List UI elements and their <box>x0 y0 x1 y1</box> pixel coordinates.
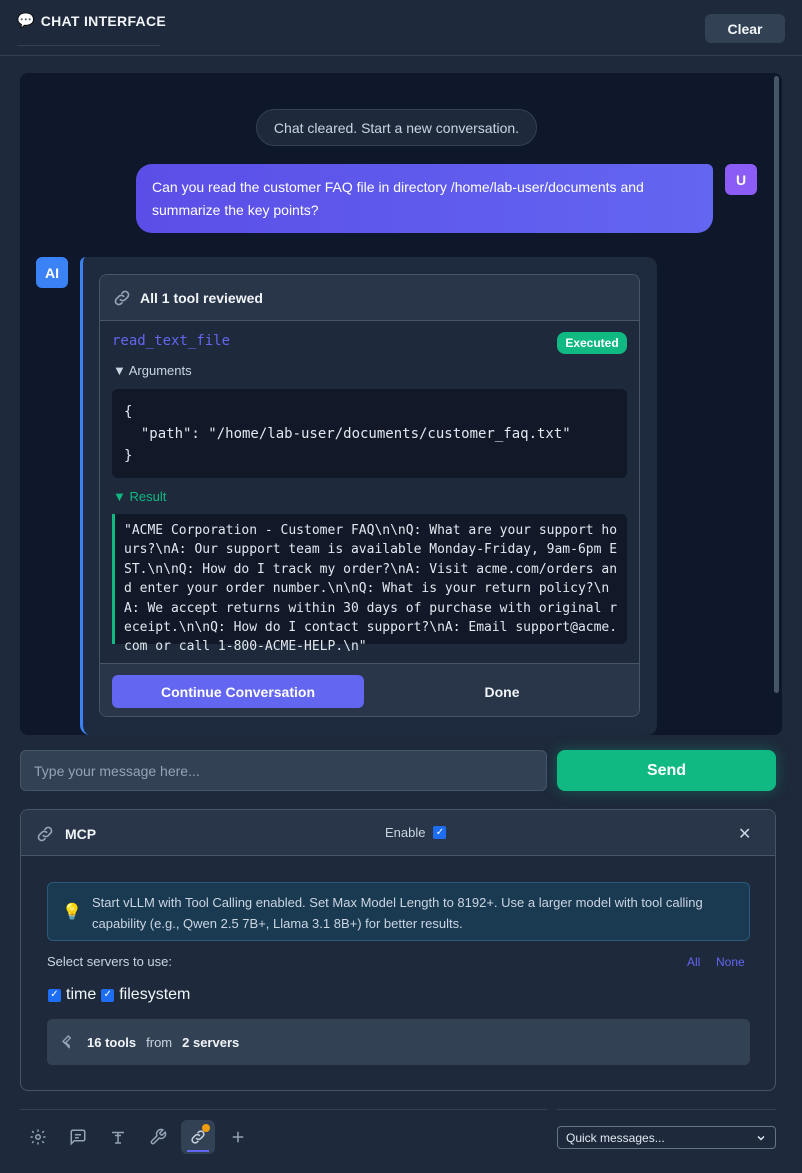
link-icon <box>35 824 55 844</box>
servers-count: 2 servers <box>182 1034 240 1050</box>
server-label-filesystem: filesystem <box>119 986 191 1003</box>
toolbar-divider <box>557 1109 776 1110</box>
tool-card-title: All 1 tool reviewed <box>140 289 263 306</box>
server-checkbox-time[interactable]: ✓ <box>48 988 61 1002</box>
active-tab-indicator <box>187 1150 209 1152</box>
close-icon[interactable]: ✕ <box>738 824 751 844</box>
app-title: 💬 CHAT INTERFACE <box>17 12 166 29</box>
result-toggle[interactable]: ▼ Result <box>113 489 166 504</box>
server-list: ✓ time ✓ filesystem <box>48 986 190 1004</box>
toolbar-divider <box>20 1109 547 1110</box>
tools-count: 16 tools <box>87 1034 137 1050</box>
done-button[interactable]: Done <box>376 675 628 708</box>
hint-text: Start vLLM with Tool Calling enabled. Se… <box>92 895 703 931</box>
text-icon[interactable] <box>101 1120 135 1154</box>
enable-label: Enable <box>385 825 426 840</box>
mcp-link-icon[interactable] <box>181 1120 215 1154</box>
select-all-link[interactable]: All <box>687 955 700 969</box>
from-label: from <box>146 1034 173 1050</box>
select-none-link[interactable]: None <box>716 955 745 969</box>
hint-box: 💡 Start vLLM with Tool Calling enabled. … <box>47 882 750 941</box>
arguments-toggle[interactable]: ▼ Arguments <box>113 363 192 378</box>
user-message: Can you read the customer FAQ file in di… <box>136 164 713 233</box>
lightbulb-icon: 💡 <box>62 904 82 921</box>
link-icon <box>112 288 132 308</box>
continue-conversation-button[interactable]: Continue Conversation <box>112 675 364 708</box>
result-output: "ACME Corporation - Customer FAQ\n\nQ: W… <box>112 514 627 654</box>
tool-review-card: All 1 tool reviewed read_text_file Execu… <box>99 274 640 717</box>
notification-dot <box>202 1124 210 1132</box>
tool-card-header: All 1 tool reviewed <box>100 275 639 321</box>
wrench-icon <box>61 1034 77 1050</box>
ai-avatar: AI <box>36 257 68 288</box>
arguments-code: { "path": "/home/lab-user/documents/cust… <box>112 389 627 478</box>
title-underline <box>17 45 160 46</box>
chat-scrollbar[interactable] <box>774 76 779 693</box>
select-servers-label: Select servers to use: <box>47 954 172 969</box>
tools-summary: 16 tools from 2 servers <box>47 1019 750 1065</box>
chat-bubble-icon: 💬 <box>17 12 35 28</box>
plus-icon[interactable] <box>221 1120 255 1154</box>
send-button[interactable]: Send <box>557 750 776 791</box>
mcp-title: MCP <box>35 824 96 844</box>
user-avatar: U <box>725 164 757 195</box>
mcp-title-text: MCP <box>65 826 97 842</box>
chat-icon[interactable] <box>61 1120 95 1154</box>
enable-checkbox[interactable]: ✓ <box>433 826 447 839</box>
system-message: Chat cleared. Start a new conversation. <box>256 109 537 146</box>
message-input[interactable]: Type your message here... <box>20 750 547 791</box>
enable-toggle[interactable]: Enable ✓ <box>385 825 447 840</box>
quick-messages-select[interactable]: Quick messages... <box>557 1126 776 1149</box>
mcp-panel: MCP Enable ✓ ✕ 💡 Start vLLM with Tool Ca… <box>20 809 776 1091</box>
quick-messages-value: Quick messages... <box>566 1130 665 1145</box>
tool-name: read_text_file <box>112 333 231 349</box>
clear-button[interactable]: Clear <box>705 14 785 43</box>
server-checkbox-filesystem[interactable]: ✓ <box>101 988 115 1002</box>
tool-card-footer: Continue Conversation Done <box>100 663 639 716</box>
wrench-icon[interactable] <box>141 1120 175 1154</box>
app-title-text: CHAT INTERFACE <box>40 12 167 29</box>
status-badge: Executed <box>557 332 627 354</box>
gear-icon[interactable] <box>21 1120 55 1154</box>
chevron-down-icon <box>755 1132 767 1144</box>
server-label-time: time <box>66 986 97 1003</box>
